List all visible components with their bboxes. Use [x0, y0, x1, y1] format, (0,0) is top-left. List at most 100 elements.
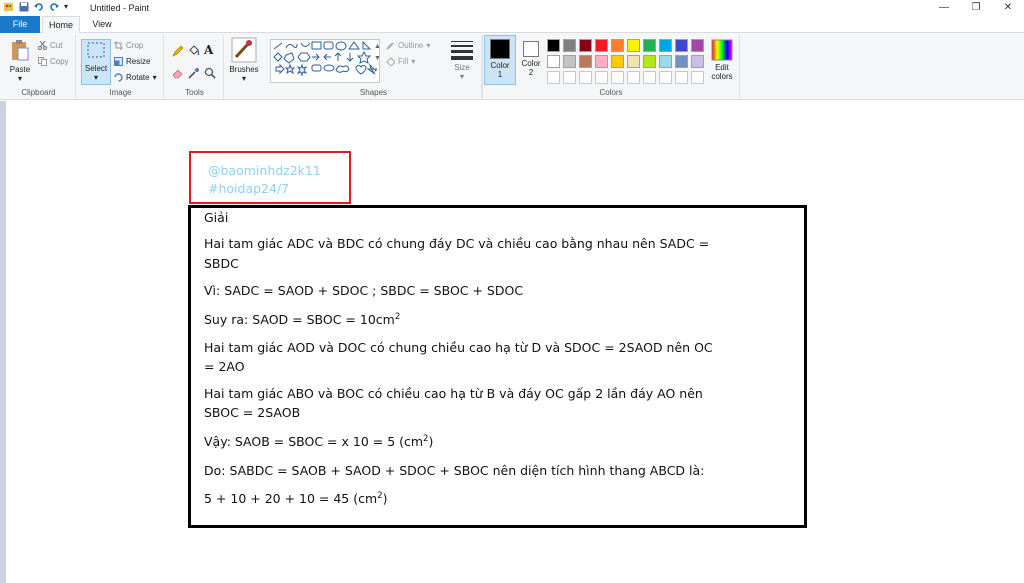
magnifier-icon[interactable] [204, 67, 216, 81]
scissors-icon [38, 40, 47, 50]
shapes-group-label: Shapes [359, 88, 388, 97]
solution-line: Vì: SADC = SAOD + SDOC ; SBDC = SBOC + S… [204, 283, 524, 298]
chevron-down-icon: ▾ [93, 73, 98, 82]
tab-home[interactable]: Home [42, 16, 80, 34]
solution-line: Hai tam giác ADC và BDC có chung đáy DC … [204, 236, 710, 251]
color-swatch[interactable] [611, 39, 624, 52]
tools-group: A Tools [166, 35, 224, 98]
resize-label: Resize [126, 57, 151, 66]
crop-button[interactable]: Crop [114, 41, 143, 50]
solution-line: Vậy: SAOB = SBOC = x 10 = 5 (cm2) [204, 434, 434, 450]
edit-colors-label-1: Edit [715, 63, 729, 72]
color-swatch[interactable] [643, 55, 656, 68]
fill-icon [386, 57, 396, 67]
color-swatch[interactable] [547, 39, 560, 52]
color-swatch[interactable] [547, 55, 560, 68]
color-swatch[interactable] [627, 39, 640, 52]
color-swatch[interactable] [579, 55, 592, 68]
color-swatch[interactable] [675, 55, 688, 68]
solution-frame [188, 205, 807, 528]
color-swatch[interactable] [659, 55, 672, 68]
shapes-scroll[interactable]: ▲ ▼ ▾ [374, 41, 381, 77]
select-button[interactable]: Select ▾ [81, 39, 111, 85]
chevron-down-icon: ▾ [411, 57, 416, 66]
chevron-down-icon: ▾ [241, 74, 246, 83]
paste-icon [12, 40, 29, 61]
text-tool-icon[interactable]: A [204, 43, 213, 57]
rotate-button[interactable]: Rotate ▾ [114, 73, 157, 82]
image-group: Select ▾ Crop Resize Rotate ▾ Image [78, 35, 164, 98]
color-swatch[interactable] [643, 39, 656, 52]
eraser-icon[interactable] [172, 67, 184, 81]
shapes-icon [273, 40, 376, 77]
custom-color-slot[interactable] [611, 71, 624, 84]
cut-button[interactable]: Cut [38, 40, 62, 50]
solution-line: = 2AO [204, 359, 245, 374]
window-controls: — ❐ ✕ [928, 0, 1024, 16]
custom-color-slot[interactable] [563, 71, 576, 84]
custom-color-slot[interactable] [643, 71, 656, 84]
solution-line: SBOC = 2SAOB [204, 405, 301, 420]
resize-icon [114, 57, 123, 66]
pencil-icon[interactable] [172, 45, 184, 59]
resize-button[interactable]: Resize [114, 57, 150, 66]
clipboard-group: Paste ▾ Cut Copy Clipboard [2, 35, 76, 98]
solution-line: 5 + 10 + 20 + 10 = 45 (cm2) [204, 491, 388, 507]
color-swatch[interactable] [595, 55, 608, 68]
window-title: Untitled - Paint [90, 3, 150, 13]
paste-button[interactable]: Paste ▾ [5, 39, 35, 83]
color-swatch[interactable] [675, 39, 688, 52]
custom-color-slot[interactable] [595, 71, 608, 84]
edit-colors-button[interactable]: Edit colors [705, 39, 739, 81]
title-bar: ▾ Untitled - Paint — ❐ ✕ [0, 0, 1024, 16]
fill-button[interactable]: Fill ▾ [386, 57, 416, 67]
custom-color-slot[interactable] [691, 71, 704, 84]
redo-icon[interactable] [49, 2, 59, 12]
custom-color-slot[interactable] [547, 71, 560, 84]
brushes-button[interactable]: Brushes ▾ [226, 37, 262, 83]
copy-label: Copy [50, 57, 69, 66]
brushes-label: Brushes [229, 65, 259, 74]
colors-group: Edit colors Colors [482, 35, 740, 98]
select-icon [87, 42, 105, 58]
crop-icon [114, 41, 123, 50]
color-swatch[interactable] [659, 39, 672, 52]
color-picker-icon[interactable] [188, 67, 200, 81]
solution-line: Hai tam giác AOD và DOC có chung chiều c… [204, 340, 713, 355]
fill-bucket-icon[interactable] [188, 45, 200, 59]
save-icon[interactable] [19, 2, 29, 12]
custom-color-slot[interactable] [627, 71, 640, 84]
shapes-gallery[interactable] [270, 39, 380, 83]
maximize-icon[interactable]: ❐ [960, 0, 992, 16]
select-label: Select [84, 64, 108, 73]
undo-icon[interactable] [34, 2, 44, 12]
close-icon[interactable]: ✕ [992, 0, 1024, 16]
color-swatch[interactable] [611, 55, 624, 68]
size-button[interactable]: Size ▾ [446, 39, 478, 81]
custom-color-slot[interactable] [659, 71, 672, 84]
tab-view[interactable]: View [84, 16, 120, 33]
color-swatch[interactable] [563, 39, 576, 52]
rotate-label: Rotate [126, 73, 150, 82]
color-swatch[interactable] [579, 39, 592, 52]
clipboard-group-label: Clipboard [21, 88, 56, 97]
color-swatch[interactable] [595, 39, 608, 52]
outline-icon [386, 41, 395, 50]
canvas-left-margin [0, 101, 6, 583]
tab-file[interactable]: File [0, 16, 40, 33]
minimize-icon[interactable]: — [928, 0, 960, 16]
customize-toolbar-icon[interactable]: ▾ [64, 2, 74, 12]
outline-button[interactable]: Outline ▾ [386, 41, 430, 50]
custom-color-slot[interactable] [579, 71, 592, 84]
brush-icon [231, 37, 257, 63]
chevron-down-icon: ▾ [459, 72, 464, 81]
color-swatch[interactable] [691, 39, 704, 52]
color-swatch[interactable] [691, 55, 704, 68]
color-swatch[interactable] [627, 55, 640, 68]
copy-icon [38, 57, 47, 66]
copy-button[interactable]: Copy [38, 57, 69, 66]
username-watermark: @baominhdz2k11 [208, 163, 321, 178]
solution-heading: Giải [204, 210, 229, 225]
custom-color-slot[interactable] [675, 71, 688, 84]
color-swatch[interactable] [563, 55, 576, 68]
